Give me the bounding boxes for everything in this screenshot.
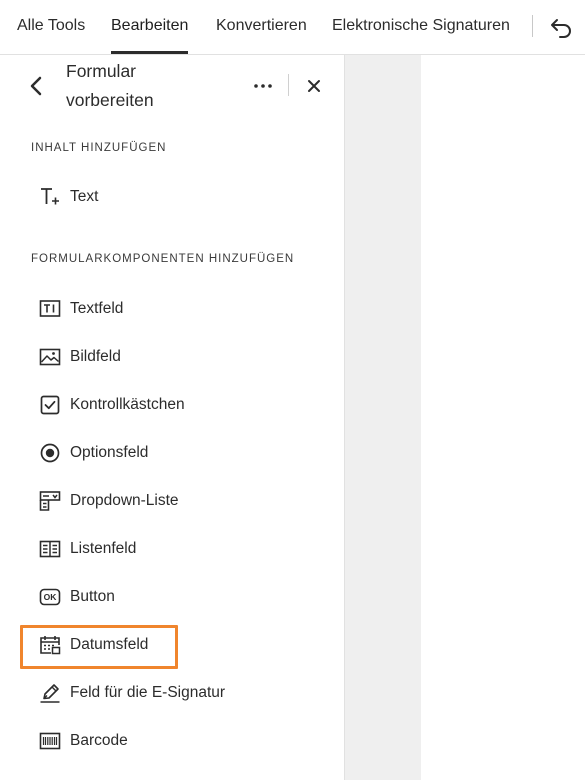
item-text[interactable]: Text xyxy=(38,182,328,212)
item-textfeld[interactable]: Textfeld xyxy=(38,294,328,324)
item-button[interactable]: OK Button xyxy=(38,582,328,612)
chevron-left-icon[interactable] xyxy=(27,75,47,97)
item-label: Listenfeld xyxy=(70,540,137,557)
tab-elektronische-signaturen[interactable]: Elektronische Signaturen xyxy=(332,17,510,35)
panel-title: Formular vorbereiten xyxy=(66,61,154,110)
item-barcode[interactable]: Barcode xyxy=(38,726,328,756)
item-label: Barcode xyxy=(70,732,128,749)
svg-text:OK: OK xyxy=(44,592,58,602)
prepare-form-panel: Formular vorbereiten INHALT HINZUFÜGEN T… xyxy=(0,55,345,780)
item-label: Optionsfeld xyxy=(70,444,149,461)
panel-header-divider xyxy=(288,74,289,96)
item-label: Kontrollkästchen xyxy=(70,396,185,413)
section-formularkomponenten: FORMULARKOMPONENTEN HINZUFÜGEN xyxy=(31,253,295,265)
item-label: Feld für die E-Signatur xyxy=(70,684,226,701)
more-icon[interactable] xyxy=(251,75,275,97)
section-inhalt-hinzufuegen: INHALT HINZUFÜGEN xyxy=(31,142,167,154)
item-dropdown-liste[interactable]: Dropdown-Liste xyxy=(38,486,328,516)
text-add-icon xyxy=(38,185,62,209)
item-optionsfeld[interactable]: Optionsfeld xyxy=(38,438,328,468)
calendar-icon xyxy=(38,633,62,657)
item-listenfeld[interactable]: Listenfeld xyxy=(38,534,328,564)
item-label: Dropdown-Liste xyxy=(70,492,179,509)
item-feld-fuer-e-signatur[interactable]: Feld für die E-Signatur xyxy=(38,678,328,708)
item-label: Text xyxy=(70,188,99,205)
tab-bearbeiten[interactable]: Bearbeiten xyxy=(111,17,188,35)
radio-button-icon xyxy=(38,441,62,465)
image-field-icon xyxy=(38,345,62,369)
item-label: Datumsfeld xyxy=(70,636,149,653)
barcode-icon xyxy=(38,729,62,753)
document-canvas-gray xyxy=(345,55,421,780)
signature-pen-icon xyxy=(38,681,62,705)
item-datumsfeld[interactable]: Datumsfeld xyxy=(38,630,328,660)
text-field-icon xyxy=(38,297,62,321)
item-kontrollkaestchen[interactable]: Kontrollkästchen xyxy=(38,390,328,420)
item-label: Textfeld xyxy=(70,300,124,317)
tab-alle-tools[interactable]: Alle Tools xyxy=(17,17,85,35)
item-bildfeld[interactable]: Bildfeld xyxy=(38,342,328,372)
item-label: Bildfeld xyxy=(70,348,121,365)
active-tab-indicator xyxy=(111,51,188,54)
checkbox-icon xyxy=(38,393,62,417)
document-canvas[interactable] xyxy=(421,55,585,780)
dropdown-list-icon xyxy=(38,489,62,513)
close-icon[interactable] xyxy=(305,77,323,95)
list-box-icon xyxy=(38,537,62,561)
top-toolbar: Alle Tools Bearbeiten Konvertieren Elekt… xyxy=(0,0,585,55)
ok-button-icon: OK xyxy=(38,585,62,609)
item-label: Button xyxy=(70,588,115,605)
toolbar-divider xyxy=(532,15,533,37)
undo-icon[interactable] xyxy=(549,16,573,38)
tab-konvertieren[interactable]: Konvertieren xyxy=(216,17,307,35)
